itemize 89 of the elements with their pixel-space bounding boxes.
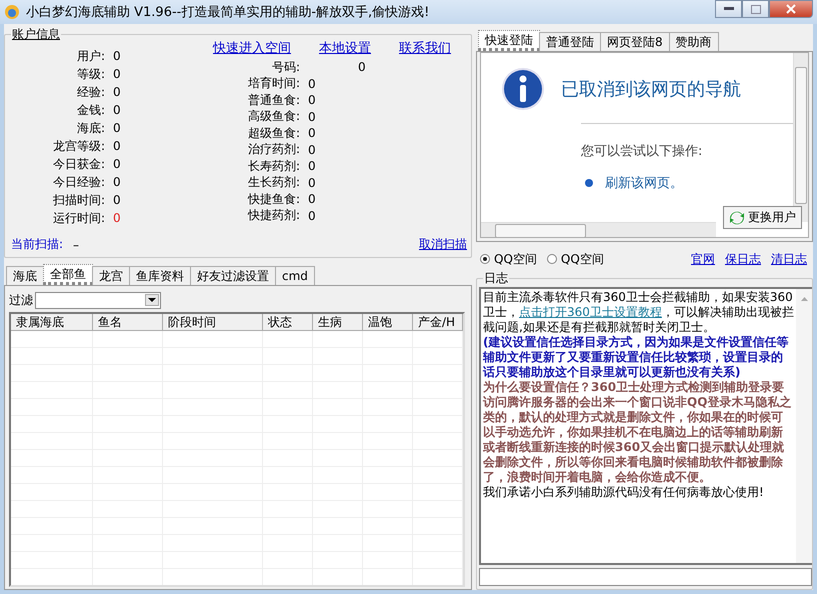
info-icon (501, 67, 545, 111)
stat-value: 0 (113, 85, 121, 99)
stat-value: 0 (358, 60, 366, 74)
maximize-icon (750, 4, 760, 14)
stat-value: 0 (113, 211, 121, 225)
link[interactable]: 保日志 (725, 250, 761, 268)
log-paragraph: 目前主流杀毒软件只有360卫士会拦截辅助，如果安装360卫士，点击打开360卫士设置教程，可以解决辅助出现被拦截问题,如果还是有拦截那就暂时关闭卫士。 (483, 290, 794, 335)
stat-value: 0 (308, 159, 316, 174)
scan-label: 当前扫描: (11, 236, 64, 253)
refresh-link[interactable]: 刷新该网页。 (605, 174, 683, 192)
tab[interactable]: 龙宫 (92, 266, 130, 285)
stat-value: 0 (113, 139, 121, 153)
tab[interactable]: 赞助商 (668, 32, 719, 51)
stat-label: 扫描时间: (52, 192, 105, 208)
filter-label: 过滤 (9, 292, 33, 308)
switch-user-button[interactable]: 更换用户 (723, 206, 802, 229)
stat-label: 生长药剂: (246, 174, 300, 192)
link[interactable]: 官网 (691, 250, 715, 268)
stat-value: 0 (113, 103, 121, 117)
refresh-icon (729, 210, 745, 226)
close-button[interactable] (769, 0, 813, 18)
tab[interactable]: 海底 (6, 266, 44, 285)
stat-label: 运行时间: (52, 210, 105, 226)
stat-label: 金钱: (76, 102, 105, 118)
stat-value: 0 (113, 193, 121, 207)
stat-value: 0 (113, 67, 121, 81)
tab[interactable]: 鱼库资料 (129, 266, 191, 285)
stat-label: 经验: (76, 84, 105, 100)
tab[interactable]: cmd (275, 266, 315, 285)
log-paragraph: 我们承诺小白系列辅助源代码没有任何病毒放心使用! (483, 485, 765, 500)
window-title: 小白梦幻海底辅助 V1.96--打造最简单实用的辅助-解放双手,偷快游戏! (26, 4, 430, 21)
stat-label: 今日获金: (52, 156, 105, 172)
stat-value: 0 (113, 121, 121, 135)
link[interactable]: 联系我们 (399, 39, 451, 57)
dropdown-arrow-icon (148, 298, 156, 302)
link[interactable]: 清日志 (771, 250, 807, 268)
stat-label: 号码: (270, 58, 300, 76)
scan-value: – (73, 238, 80, 252)
stat-label: 快捷鱼食: (246, 190, 300, 208)
link[interactable]: 快速进入空间 (213, 39, 291, 57)
stat-label: 快捷药剂: (246, 207, 300, 224)
page-heading: 已取消到该网页的导航 (561, 78, 741, 101)
filter-dropdown[interactable] (35, 292, 161, 308)
log-paragraph: (建议设置信任选择目录方式，因为如果是文件设置信任等辅助文件更新了又要重新设置信任比较繁琐，设置目录的话只要辅助放这个目录里就可以更新也没有关系) (483, 335, 790, 380)
stat-label: 龙宫等级: (52, 138, 105, 154)
stat-value: 0 (113, 49, 121, 63)
cancel-scan-link[interactable]: 取消扫描 (419, 236, 467, 253)
link[interactable]: 本地设置 (319, 39, 371, 57)
stat-value: 0 (113, 175, 121, 189)
input-field[interactable] (479, 568, 812, 586)
horizontal-scrollbar[interactable] (481, 222, 716, 237)
stat-label: 长寿药剂: (246, 158, 300, 175)
stat-label: 培育时间: (246, 75, 300, 92)
vertical-scrollbar[interactable] (796, 289, 812, 563)
stat-value: 0 (308, 192, 316, 206)
stat-label: 普通鱼食: (246, 92, 300, 109)
app-icon (4, 4, 20, 20)
group-title: 账户信息 (11, 27, 61, 41)
stat-value: 0 (308, 176, 316, 190)
stat-value: 0 (308, 93, 316, 108)
stat-label: 等级: (76, 66, 105, 82)
radio-button[interactable]: QQ空间 (546, 250, 604, 268)
minimize-icon (724, 7, 734, 11)
scroll-up-icon (800, 297, 808, 301)
minimize-button[interactable] (715, 0, 742, 18)
stat-label: 海底: (76, 120, 105, 136)
tab[interactable]: 全部鱼 (43, 264, 93, 285)
tab[interactable]: 快速登陆 (478, 30, 540, 51)
tab[interactable]: 普通登陆 (539, 32, 601, 51)
tab[interactable]: 网页登陆8 (600, 32, 670, 51)
log-paragraph: 为什么要设置信任？360卫士处理方式检测到辅助登录要访问腾许服务器的会出来一个窗口说非QQ登录木马隐私之类的，默认的处理方式就是删除文件，你如果在的时候可以手动选允许，你如果挂机不在电脑边上的话等辅助刷新或者断线重新连接的时候360又会出窗口提示默认处理就会删除文件，所以等你回来看电脑时候辅助软件都被删除了，浪费时间开着电脑，会给你造成不便。 (483, 380, 792, 485)
stat-label: 今日经验: (52, 174, 105, 190)
tab[interactable]: 好友过滤设置 (190, 266, 276, 285)
stat-label: 高级鱼食: (246, 108, 300, 126)
group-title: 日志 (483, 271, 509, 285)
stat-label: 治疗药剂: (246, 141, 300, 158)
stat-value: 0 (308, 110, 316, 124)
stat-value: 0 (308, 126, 316, 140)
tutorial-link[interactable]: 点击打开360卫士设置教程 (519, 305, 662, 319)
stat-label: 用户: (76, 48, 105, 64)
stat-value: 0 (308, 142, 316, 157)
close-icon (786, 4, 796, 14)
stat-value: 0 (113, 157, 121, 171)
stat-value: 0 (308, 208, 316, 223)
bullet-icon (585, 179, 593, 187)
stat-label: 超级鱼食: (246, 124, 300, 142)
radio-button[interactable]: QQ空间 (480, 250, 537, 268)
stat-value: 0 (308, 76, 316, 91)
page-hint: 您可以尝试以下操作: (581, 143, 704, 160)
